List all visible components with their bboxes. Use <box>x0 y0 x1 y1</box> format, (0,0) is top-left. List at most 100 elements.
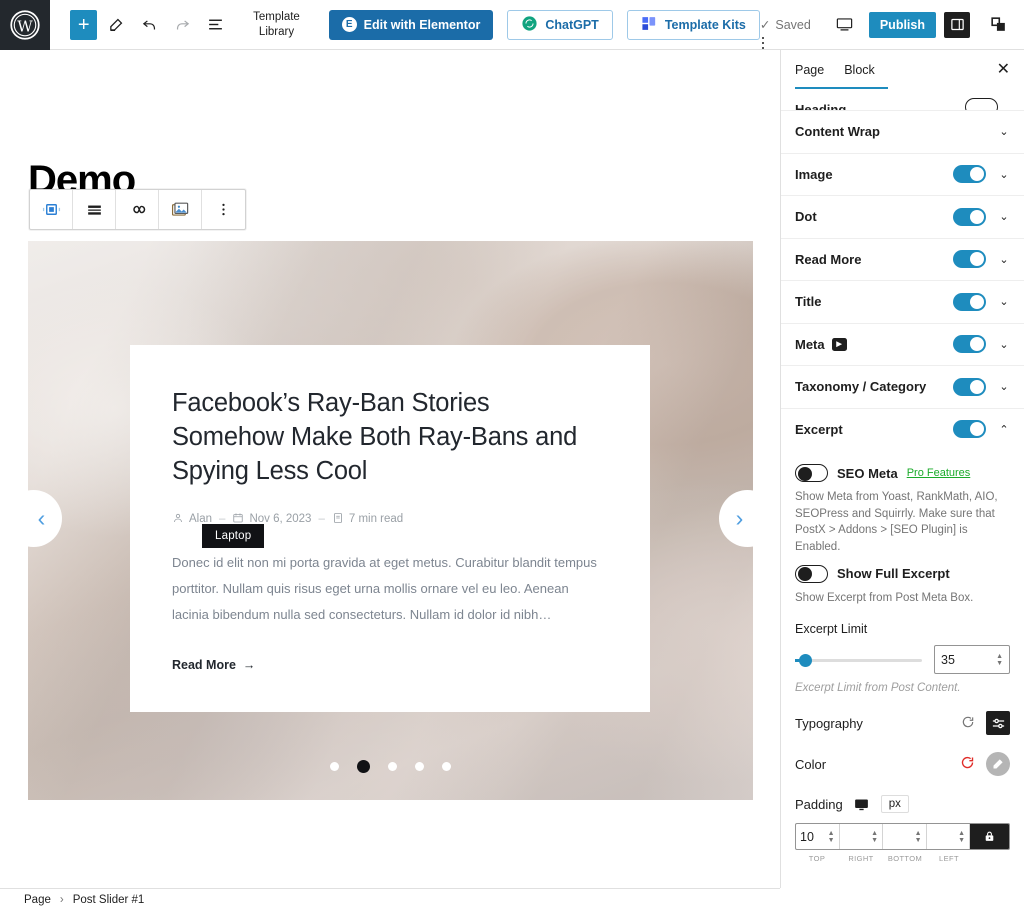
padding-unit-selector[interactable]: px <box>880 795 909 814</box>
chevron-down-icon[interactable]: ⌄ <box>998 210 1010 223</box>
slider-dot[interactable] <box>330 762 339 771</box>
toggle-image[interactable] <box>953 165 986 184</box>
toggle-show-full-excerpt[interactable] <box>795 564 828 583</box>
publish-button[interactable]: Publish <box>868 11 936 38</box>
template-kits-label: Template Kits <box>664 17 746 32</box>
undo-icon[interactable] <box>135 9 164 41</box>
read-more-link[interactable]: Read More → <box>172 658 608 672</box>
padding-label: Padding <box>795 796 843 812</box>
color-pencil-icon[interactable] <box>986 752 1010 777</box>
show-full-excerpt-help-text: Show Excerpt from Post Meta Box. <box>795 591 974 604</box>
padding-left-input[interactable]: ▲ ▼ <box>927 824 970 850</box>
breadcrumb-item-page[interactable]: Page <box>24 894 51 906</box>
more-options-icon[interactable] <box>202 190 245 229</box>
meta-read-time-label: 7 min read <box>348 513 404 526</box>
toggle-read-more[interactable] <box>953 250 986 269</box>
add-block-button[interactable]: + <box>70 9 98 40</box>
breadcrumb-item-post-slider[interactable]: Post Slider #1 <box>73 894 145 906</box>
panel-row-meta[interactable]: Meta ▶ ⌄ <box>781 322 1024 366</box>
align-icon[interactable] <box>73 190 116 229</box>
typography-reset-icon[interactable] <box>961 715 975 732</box>
slide-excerpt[interactable]: Donec id elit non mi porta gravida at eg… <box>172 550 608 628</box>
padding-top-value: 10 <box>800 829 814 844</box>
chevron-up-icon[interactable]: ⌃ <box>998 423 1010 436</box>
chatgpt-button[interactable]: ChatGPT <box>507 9 613 40</box>
redo-icon[interactable] <box>168 9 197 41</box>
panel-row-read-more[interactable]: Read More ⌄ <box>781 237 1024 281</box>
sidebar-settings-icon[interactable] <box>944 11 970 38</box>
panel-row-heading-toggle[interactable] <box>965 98 998 110</box>
toggle-excerpt[interactable] <box>953 420 986 439</box>
toggle-taxonomy-category[interactable] <box>953 377 986 396</box>
template-library-button[interactable]: Template Library <box>246 10 306 39</box>
excerpt-limit-input[interactable]: 35 ▲ ▼ <box>934 645 1010 675</box>
chevron-down-icon[interactable]: ⌄ <box>998 253 1010 266</box>
chevron-down-icon[interactable]: ⌄ <box>998 125 1010 138</box>
slider-dot-active[interactable] <box>357 760 370 773</box>
padding-bottom-input[interactable]: ▲ ▼ <box>883 824 927 850</box>
saved-label: Saved <box>775 17 811 32</box>
toggle-dot[interactable] <box>953 207 986 226</box>
edit-pen-icon[interactable] <box>101 9 130 41</box>
panel-row-dot[interactable]: Dot ⌄ <box>781 195 1024 238</box>
chevron-down-icon[interactable]: ⌄ <box>998 295 1010 308</box>
slider-dot[interactable] <box>415 762 424 771</box>
toggle-title[interactable] <box>953 292 986 311</box>
toggle-seo-meta[interactable] <box>795 464 828 482</box>
block-type-post-slider-icon[interactable] <box>30 190 73 229</box>
image-replace-icon[interactable] <box>159 190 202 229</box>
link-icon[interactable] <box>116 190 159 229</box>
color-reset-icon[interactable] <box>960 755 975 773</box>
excerpt-limit-slider[interactable] <box>795 652 922 668</box>
chevron-right-icon: › <box>735 505 744 531</box>
template-kits-button[interactable]: Template Kits <box>626 9 760 40</box>
close-sidebar-button[interactable]: ✕ <box>997 62 1010 78</box>
post-slider: ‹ › Laptop Facebook’s Ray-Ban Stories So… <box>28 241 753 800</box>
plugins-icon[interactable] <box>982 9 1014 41</box>
lock-icon[interactable] <box>970 824 1009 850</box>
tab-block[interactable]: Block <box>834 63 885 77</box>
padding-top-input[interactable]: 10 ▲ ▼ <box>796 824 840 850</box>
list-view-icon[interactable] <box>201 9 230 41</box>
color-row: Color <box>795 752 1010 777</box>
excerpt-panel-body: SEO Meta Pro Features Show Meta from Yoa… <box>781 450 1024 877</box>
chevron-down-icon[interactable]: ⌄ <box>998 380 1010 393</box>
pro-features-link[interactable]: Pro Features <box>907 467 971 479</box>
panel-label-content-wrap: Content Wrap <box>795 124 880 140</box>
desktop-device-icon[interactable] <box>851 794 873 814</box>
panel-row-content-wrap[interactable]: Content Wrap ⌄ <box>781 110 1024 153</box>
chevron-down-icon[interactable]: ⌄ <box>998 168 1010 181</box>
padding-right-input[interactable]: ▲ ▼ <box>840 824 883 850</box>
block-toolbar <box>29 189 246 230</box>
read-more-label: Read More <box>172 657 236 672</box>
panel-row-heading-cut[interactable]: Heading <box>781 90 1024 110</box>
edit-with-elementor-button[interactable]: E Edit with Elementor <box>328 9 494 40</box>
excerpt-limit-stepper[interactable]: ▲ ▼ <box>996 653 1003 668</box>
panel-row-image[interactable]: Image ⌄ <box>781 152 1024 196</box>
toggle-meta[interactable] <box>953 335 986 354</box>
panel-row-taxonomy-category[interactable]: Taxonomy / Category ⌄ <box>781 365 1024 408</box>
edit-with-elementor-label: Edit with Elementor <box>363 17 481 32</box>
padding-top-stepper[interactable]: ▲ ▼ <box>828 830 835 845</box>
tab-page[interactable]: Page <box>795 63 834 77</box>
padding-label-bottom: BOTTOM <box>887 854 923 864</box>
panel-row-title[interactable]: Title ⌄ <box>781 280 1024 323</box>
typography-label: Typography <box>795 715 863 731</box>
template-library-line2: Library <box>258 25 295 38</box>
wordpress-logo-icon[interactable]: W <box>0 0 50 50</box>
category-badge[interactable]: Laptop <box>202 524 265 548</box>
chevron-down-icon[interactable]: ⌄ <box>998 338 1010 351</box>
settings-sidebar: Page Block ✕ Heading Content Wrap ⌄ Imag… <box>780 50 1024 888</box>
desktop-preview-icon[interactable] <box>829 9 861 41</box>
padding-left-stepper[interactable]: ▲ ▼ <box>958 830 965 845</box>
panel-row-excerpt[interactable]: Excerpt ⌃ <box>781 407 1024 451</box>
padding-labels: TOP RIGHT BOTTOM LEFT <box>795 854 1010 863</box>
padding-right-stepper[interactable]: ▲ ▼ <box>871 830 878 845</box>
typography-settings-icon[interactable] <box>986 711 1010 736</box>
padding-bottom-stepper[interactable]: ▲ ▼ <box>915 830 922 845</box>
slider-dot[interactable] <box>388 762 397 771</box>
saved-status[interactable]: ✓ Saved <box>760 17 811 33</box>
slide-title[interactable]: Facebook’s Ray-Ban Stories Somehow Make … <box>172 387 608 489</box>
seo-meta-label: SEO Meta <box>837 465 898 481</box>
slider-dot[interactable] <box>442 762 451 771</box>
